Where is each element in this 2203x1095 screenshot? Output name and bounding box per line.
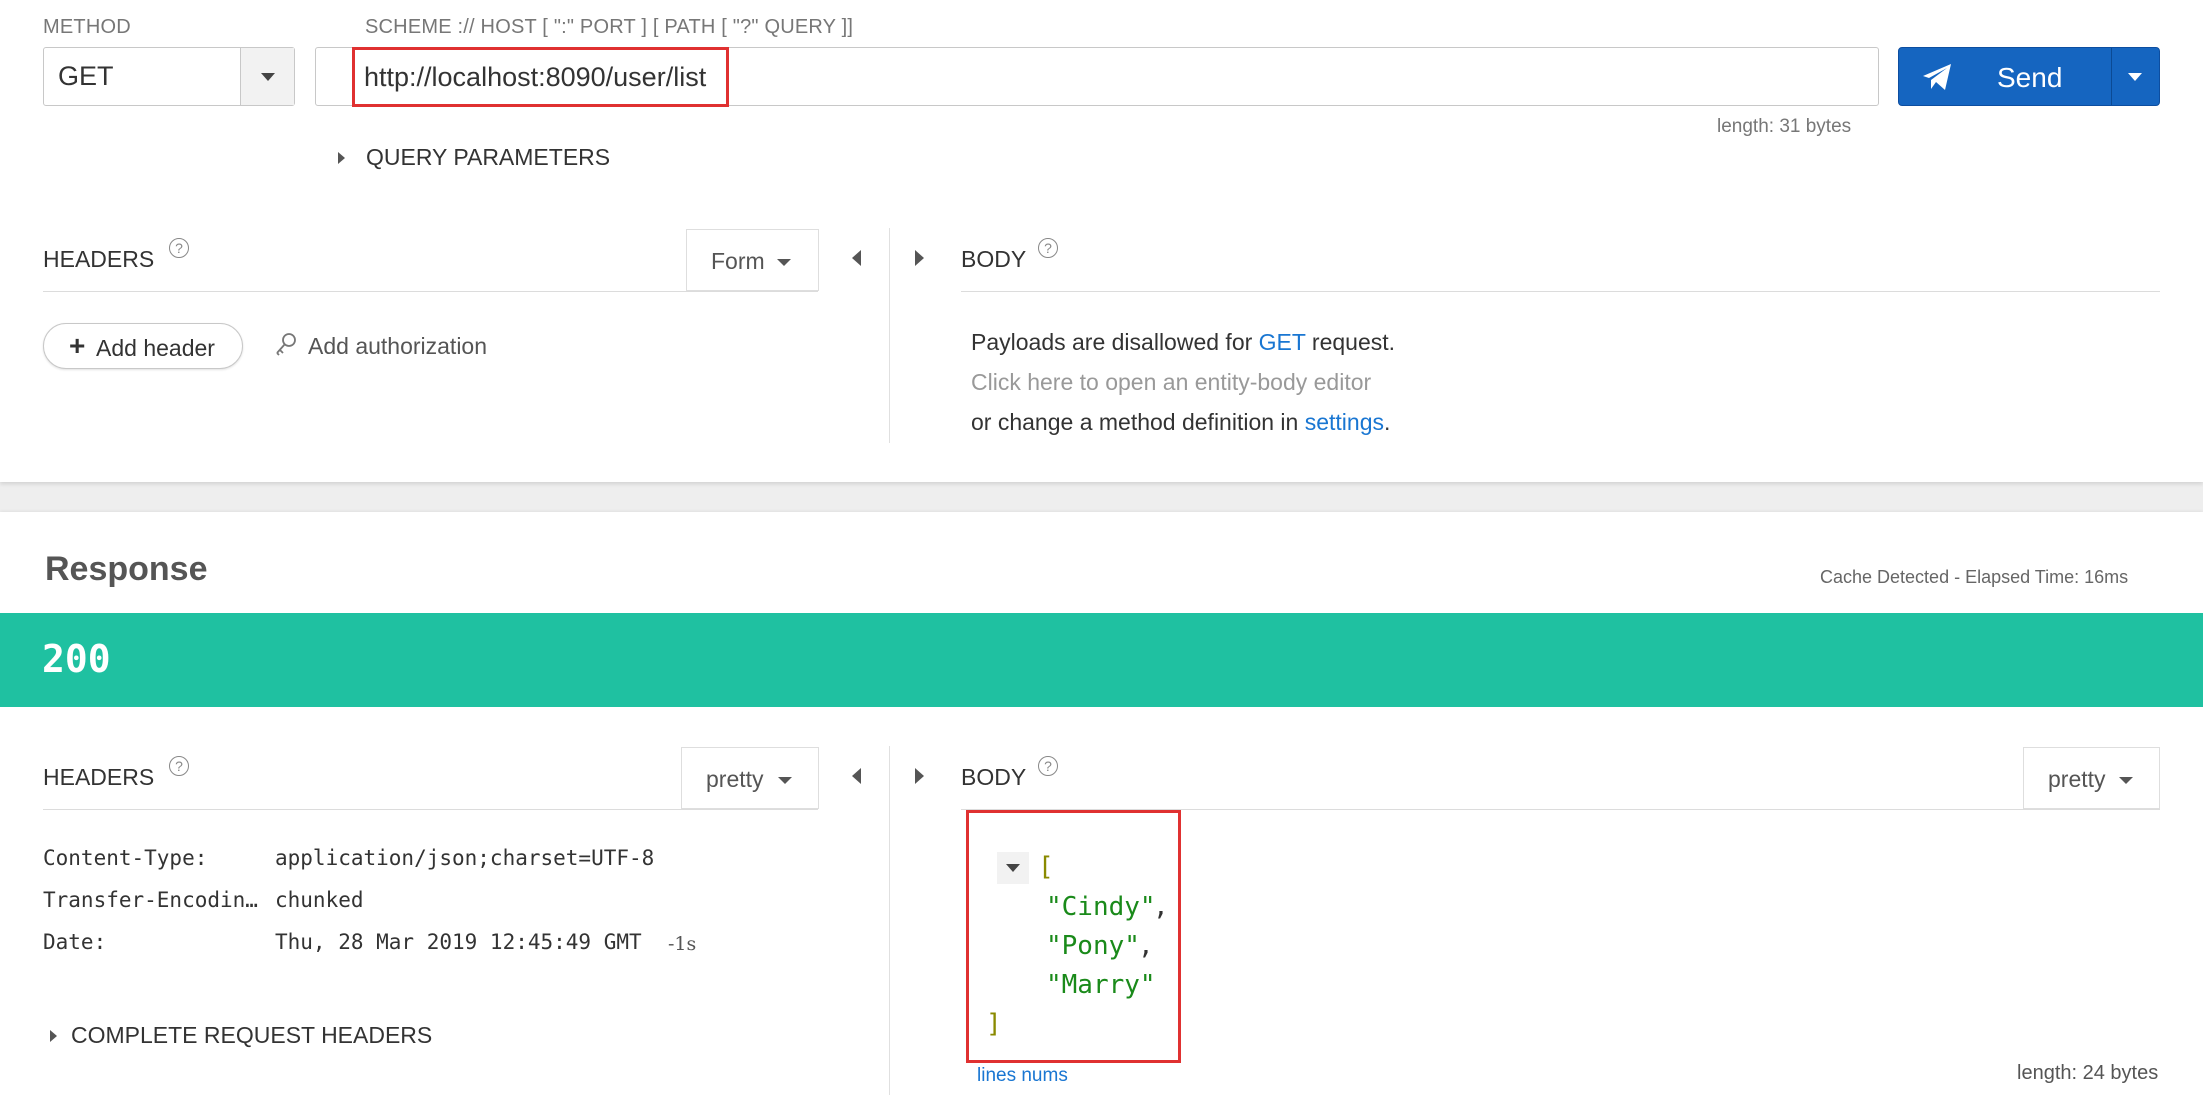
collapse-left-icon[interactable] bbox=[852, 768, 861, 784]
complete-request-headers-label: COMPLETE REQUEST HEADERS bbox=[71, 1022, 433, 1048]
collapse-right-icon[interactable] bbox=[915, 768, 924, 784]
add-header-button[interactable]: + Add header bbox=[43, 323, 243, 369]
query-parameters-label: QUERY PARAMETERS bbox=[366, 144, 611, 170]
send-button[interactable]: Send bbox=[1898, 47, 2160, 106]
help-icon[interactable]: ? bbox=[1038, 238, 1058, 258]
response-headers-title: HEADERS bbox=[43, 764, 155, 790]
panel-splitter[interactable] bbox=[889, 228, 890, 443]
json-open-bracket: [ bbox=[1038, 852, 1054, 882]
request-headers-title: HEADERS bbox=[43, 246, 155, 272]
query-parameters-toggle[interactable]: QUERY PARAMETERS bbox=[336, 144, 636, 172]
add-header-label: Add header bbox=[96, 335, 215, 361]
help-icon[interactable]: ? bbox=[169, 238, 189, 258]
response-body-mode-value: pretty bbox=[2048, 766, 2106, 792]
payload-msg-prefix: Payloads are disallowed for bbox=[971, 329, 1259, 355]
lines-nums-toggle[interactable]: lines nums bbox=[977, 1065, 1068, 1087]
response-title: Response bbox=[45, 550, 208, 588]
header-name-transfer-encoding: Transfer-Encodin… bbox=[43, 888, 258, 912]
url-length: length: 31 bytes bbox=[1717, 116, 1852, 137]
header-name-date: Date: bbox=[43, 930, 107, 954]
chevron-down-icon bbox=[1006, 864, 1020, 872]
collapse-left-icon[interactable] bbox=[852, 250, 861, 266]
chevron-down-icon bbox=[2119, 777, 2133, 784]
chevron-down-icon bbox=[261, 73, 275, 81]
chevron-down-icon bbox=[777, 259, 791, 266]
url-format-label: SCHEME :// HOST [ ":" PORT ] [ PATH [ "?… bbox=[365, 16, 854, 38]
response-headers-mode-select[interactable]: pretty bbox=[681, 747, 819, 809]
plus-icon: + bbox=[69, 330, 86, 361]
response-meta: Cache Detected - Elapsed Time: 16ms bbox=[1820, 567, 2129, 587]
headers-mode-value: Form bbox=[711, 248, 765, 274]
method-label: METHOD bbox=[43, 16, 131, 38]
method-select[interactable]: GET bbox=[43, 47, 295, 106]
paper-plane-icon bbox=[1923, 64, 1951, 90]
method-value: GET bbox=[58, 61, 114, 91]
response-headers-mode-value: pretty bbox=[706, 766, 764, 792]
json-close-bracket: ] bbox=[986, 1009, 1002, 1039]
header-value-date: Thu, 28 Mar 2019 12:45:49 GMT bbox=[275, 930, 642, 954]
change-method-prefix: or change a method definition in bbox=[971, 409, 1305, 435]
chevron-down-icon bbox=[2128, 73, 2142, 81]
send-options-toggle[interactable] bbox=[2112, 48, 2159, 105]
header-value-content-type: application/json;charset=UTF-8 bbox=[275, 846, 655, 870]
url-highlight-box bbox=[352, 47, 729, 107]
json-comma: , bbox=[1153, 892, 1169, 922]
payload-msg-suffix: request. bbox=[1305, 329, 1396, 355]
response-panel-splitter[interactable] bbox=[889, 746, 890, 1095]
chevron-down-icon bbox=[778, 777, 792, 784]
help-icon[interactable]: ? bbox=[169, 756, 189, 776]
header-name-content-type: Content-Type: bbox=[43, 846, 208, 870]
send-label: Send bbox=[1997, 62, 2063, 93]
header-value-transfer-encoding: chunked bbox=[275, 888, 364, 912]
body-divider bbox=[961, 291, 2160, 292]
help-icon[interactable]: ? bbox=[1038, 756, 1058, 776]
response-headers-divider bbox=[43, 809, 818, 810]
settings-link[interactable]: settings bbox=[1305, 409, 1384, 435]
headers-mode-select[interactable]: Form bbox=[686, 229, 819, 291]
json-comma: , bbox=[1138, 931, 1154, 961]
payload-msg-method: GET bbox=[1258, 329, 1306, 355]
change-method-message: or change a method definition in setting… bbox=[971, 409, 1390, 436]
request-panel: METHOD SCHEME :// HOST [ ":" PORT ] [ PA… bbox=[0, 0, 2203, 482]
response-body-length: length: 24 bytes bbox=[2017, 1062, 2159, 1084]
request-body-title: BODY bbox=[961, 246, 1027, 272]
headers-divider bbox=[43, 291, 818, 292]
status-bar: 200 bbox=[0, 613, 2203, 707]
open-entity-body-editor-link[interactable]: Click here to open an entity-body editor bbox=[971, 369, 1371, 396]
json-item: "Cindy" bbox=[1046, 892, 1156, 922]
json-item: "Marry" bbox=[1046, 970, 1156, 1000]
add-authorization-label: Add authorization bbox=[308, 333, 488, 359]
collapse-right-icon[interactable] bbox=[915, 250, 924, 266]
json-item: "Pony" bbox=[1046, 931, 1140, 961]
caret-right-icon bbox=[50, 1030, 57, 1042]
method-dropdown-toggle[interactable] bbox=[240, 48, 294, 105]
response-body-title: BODY bbox=[961, 764, 1027, 790]
json-fold-toggle[interactable] bbox=[997, 852, 1029, 884]
payload-disallowed-message: Payloads are disallowed for GET request. bbox=[971, 329, 1395, 356]
response-body-mode-select[interactable]: pretty bbox=[2023, 747, 2160, 809]
caret-right-icon bbox=[338, 152, 345, 164]
response-panel: Response Cache Detected - Elapsed Time: … bbox=[0, 512, 2203, 1095]
change-method-suffix: . bbox=[1384, 409, 1391, 435]
header-date-delta: -1s bbox=[668, 933, 697, 955]
key-icon bbox=[276, 333, 296, 356]
complete-request-headers-toggle[interactable]: COMPLETE REQUEST HEADERS bbox=[50, 1022, 470, 1050]
status-code: 200 bbox=[42, 637, 111, 681]
add-authorization-link[interactable]: Add authorization bbox=[274, 330, 514, 362]
